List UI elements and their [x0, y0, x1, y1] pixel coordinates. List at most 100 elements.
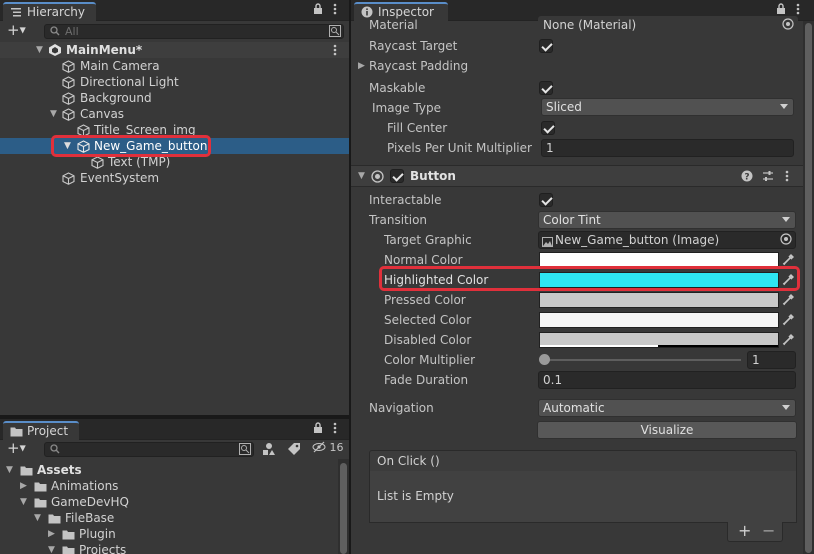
eyedropper-icon[interactable] [782, 293, 796, 307]
hierarchy-item[interactable]: EventSystem [0, 170, 349, 186]
object-picker-icon[interactable] [782, 18, 794, 33]
image-type-dropdown[interactable]: Sliced [541, 98, 794, 116]
search-by-type-icon[interactable] [262, 442, 276, 459]
create-button[interactable]: +▼ [7, 441, 26, 456]
navigation-dropdown[interactable]: Automatic [538, 399, 796, 417]
color-multiplier-slider-thumb[interactable] [539, 354, 550, 365]
project-folder-item[interactable]: ▼ FileBase [0, 510, 349, 526]
more-menu-icon[interactable] [333, 422, 337, 437]
folder-label: Animations [51, 479, 119, 493]
create-button[interactable]: +▼ [7, 23, 26, 38]
remove-event-button[interactable]: − [762, 522, 775, 540]
button-component-icon [371, 170, 384, 186]
help-icon[interactable]: ? [741, 170, 753, 185]
scene-row[interactable]: ▼ MainMenu* [0, 42, 349, 58]
button-component-header[interactable]: ▼ Button ? [351, 165, 803, 187]
inspector-scrollbar[interactable] [803, 21, 814, 554]
color-multiplier-slider-track[interactable] [543, 359, 741, 361]
collapse-arrow-icon[interactable]: ▼ [358, 171, 365, 181]
expand-arrow-icon[interactable]: ▼ [34, 510, 41, 526]
project-search-input[interactable] [44, 442, 254, 457]
project-folder-item[interactable]: ▶ Animations [0, 478, 349, 494]
collapsed-arrow-icon[interactable]: ▶ [48, 526, 55, 542]
project-folder-item[interactable]: ▼ Projects [0, 542, 349, 554]
target-graphic-field[interactable]: New_Game_button (Image) [538, 231, 796, 249]
hierarchy-item[interactable]: ▼ Canvas [0, 106, 349, 122]
raycast-target-checkbox[interactable] [539, 39, 553, 53]
onclick-header: On Click () [369, 450, 797, 472]
lock-icon[interactable] [313, 422, 323, 437]
component-menu-icon[interactable] [785, 170, 789, 185]
project-folder-item[interactable]: ▶ Plugin [0, 526, 349, 542]
expand-arrow-icon[interactable]: ▼ [20, 494, 27, 510]
search-icon [50, 26, 60, 39]
disabled-color-swatch[interactable] [539, 332, 779, 348]
project-scrollbar[interactable] [338, 459, 349, 554]
project-folder-item[interactable]: ▼ GameDevHQ [0, 494, 349, 510]
color-multiplier-field[interactable]: 1 [747, 351, 796, 369]
folder-label: GameDevHQ [51, 495, 129, 509]
lock-icon[interactable] [313, 3, 323, 18]
tab-project[interactable]: Project [3, 421, 79, 440]
expand-arrow-icon[interactable]: ▼ [50, 106, 57, 122]
object-picker-icon[interactable] [780, 233, 792, 248]
raycast-target-label: Raycast Target [369, 39, 458, 53]
selected-color-label: Selected Color [384, 313, 472, 327]
interactable-label: Interactable [369, 193, 442, 207]
eyedropper-icon[interactable] [782, 253, 796, 267]
presets-icon[interactable] [762, 170, 774, 185]
pressed-color-swatch[interactable] [539, 292, 779, 308]
collapsed-arrow-icon[interactable]: ▶ [20, 478, 27, 494]
visualize-button[interactable]: Visualize [537, 421, 797, 439]
hierarchy-item[interactable]: Main Camera [0, 58, 349, 74]
raycast-padding-label[interactable]: Raycast Padding [369, 56, 468, 76]
fade-duration-value: 0.1 [543, 373, 563, 387]
expand-arrow-icon[interactable]: ▼ [6, 462, 13, 478]
selected-color-swatch[interactable] [539, 312, 779, 328]
hierarchy-tabbar: Hierarchy [0, 0, 349, 21]
fill-center-checkbox[interactable] [541, 121, 555, 135]
button-component-title: Button [410, 169, 456, 183]
hierarchy-search-input[interactable]: All [44, 24, 344, 39]
interactable-checkbox[interactable] [539, 193, 553, 207]
expand-arrow-icon[interactable]: ▼ [48, 542, 55, 554]
visualize-label: Visualize [640, 423, 694, 437]
search-options-icon[interactable] [239, 443, 251, 458]
transition-dropdown[interactable]: Color Tint [538, 211, 796, 229]
material-field[interactable]: None (Material) [538, 16, 798, 34]
color-multiplier-value: 1 [752, 353, 760, 367]
hierarchy-item[interactable]: Background [0, 90, 349, 106]
tab-hierarchy[interactable]: Hierarchy [3, 2, 96, 21]
search-by-label-icon[interactable] [287, 442, 301, 459]
transition-label: Transition [369, 213, 428, 227]
add-event-button[interactable]: + [738, 522, 751, 540]
eyedropper-icon[interactable] [782, 333, 796, 347]
target-graphic-value: New_Game_button (Image) [555, 233, 720, 247]
project-panel: Project +▼ 16 ▼ Assets ▶ Animations ▼ Ga… [0, 419, 349, 554]
search-options-icon[interactable] [329, 25, 341, 40]
hierarchy-item[interactable]: Directional Light [0, 74, 349, 90]
collapse-arrow-icon[interactable]: ▼ [36, 42, 43, 58]
project-folder-item[interactable]: ▼ Assets [0, 462, 349, 478]
fade-duration-field[interactable]: 0.1 [538, 371, 796, 389]
ppu-field[interactable]: 1 [541, 139, 794, 157]
svg-text:?: ? [744, 172, 749, 182]
maskable-checkbox[interactable] [539, 81, 553, 95]
scrollbar-thumb[interactable] [805, 23, 812, 553]
scrollbar-thumb[interactable] [340, 463, 347, 554]
more-menu-icon[interactable] [333, 3, 337, 18]
scene-name: MainMenu* [66, 43, 143, 57]
hierarchy-item-label: Main Camera [80, 59, 160, 73]
target-graphic-label: Target Graphic [384, 233, 472, 247]
button-enabled-checkbox[interactable] [390, 169, 404, 183]
eyedropper-icon[interactable] [782, 313, 796, 327]
hierarchy-item-label: Background [80, 91, 152, 105]
inspector-panel: Inspector Material None (Material) Rayca… [351, 0, 814, 554]
tab-project-label: Project [27, 424, 69, 438]
transition-value: Color Tint [543, 213, 601, 227]
image-type-value: Sliced [546, 100, 582, 114]
list-empty-label: List is Empty [377, 489, 454, 503]
hidden-packages-toggle[interactable]: 16 [312, 441, 344, 454]
onclick-list: List is Empty [369, 471, 797, 523]
collapsed-arrow-icon[interactable]: ▶ [358, 61, 365, 71]
